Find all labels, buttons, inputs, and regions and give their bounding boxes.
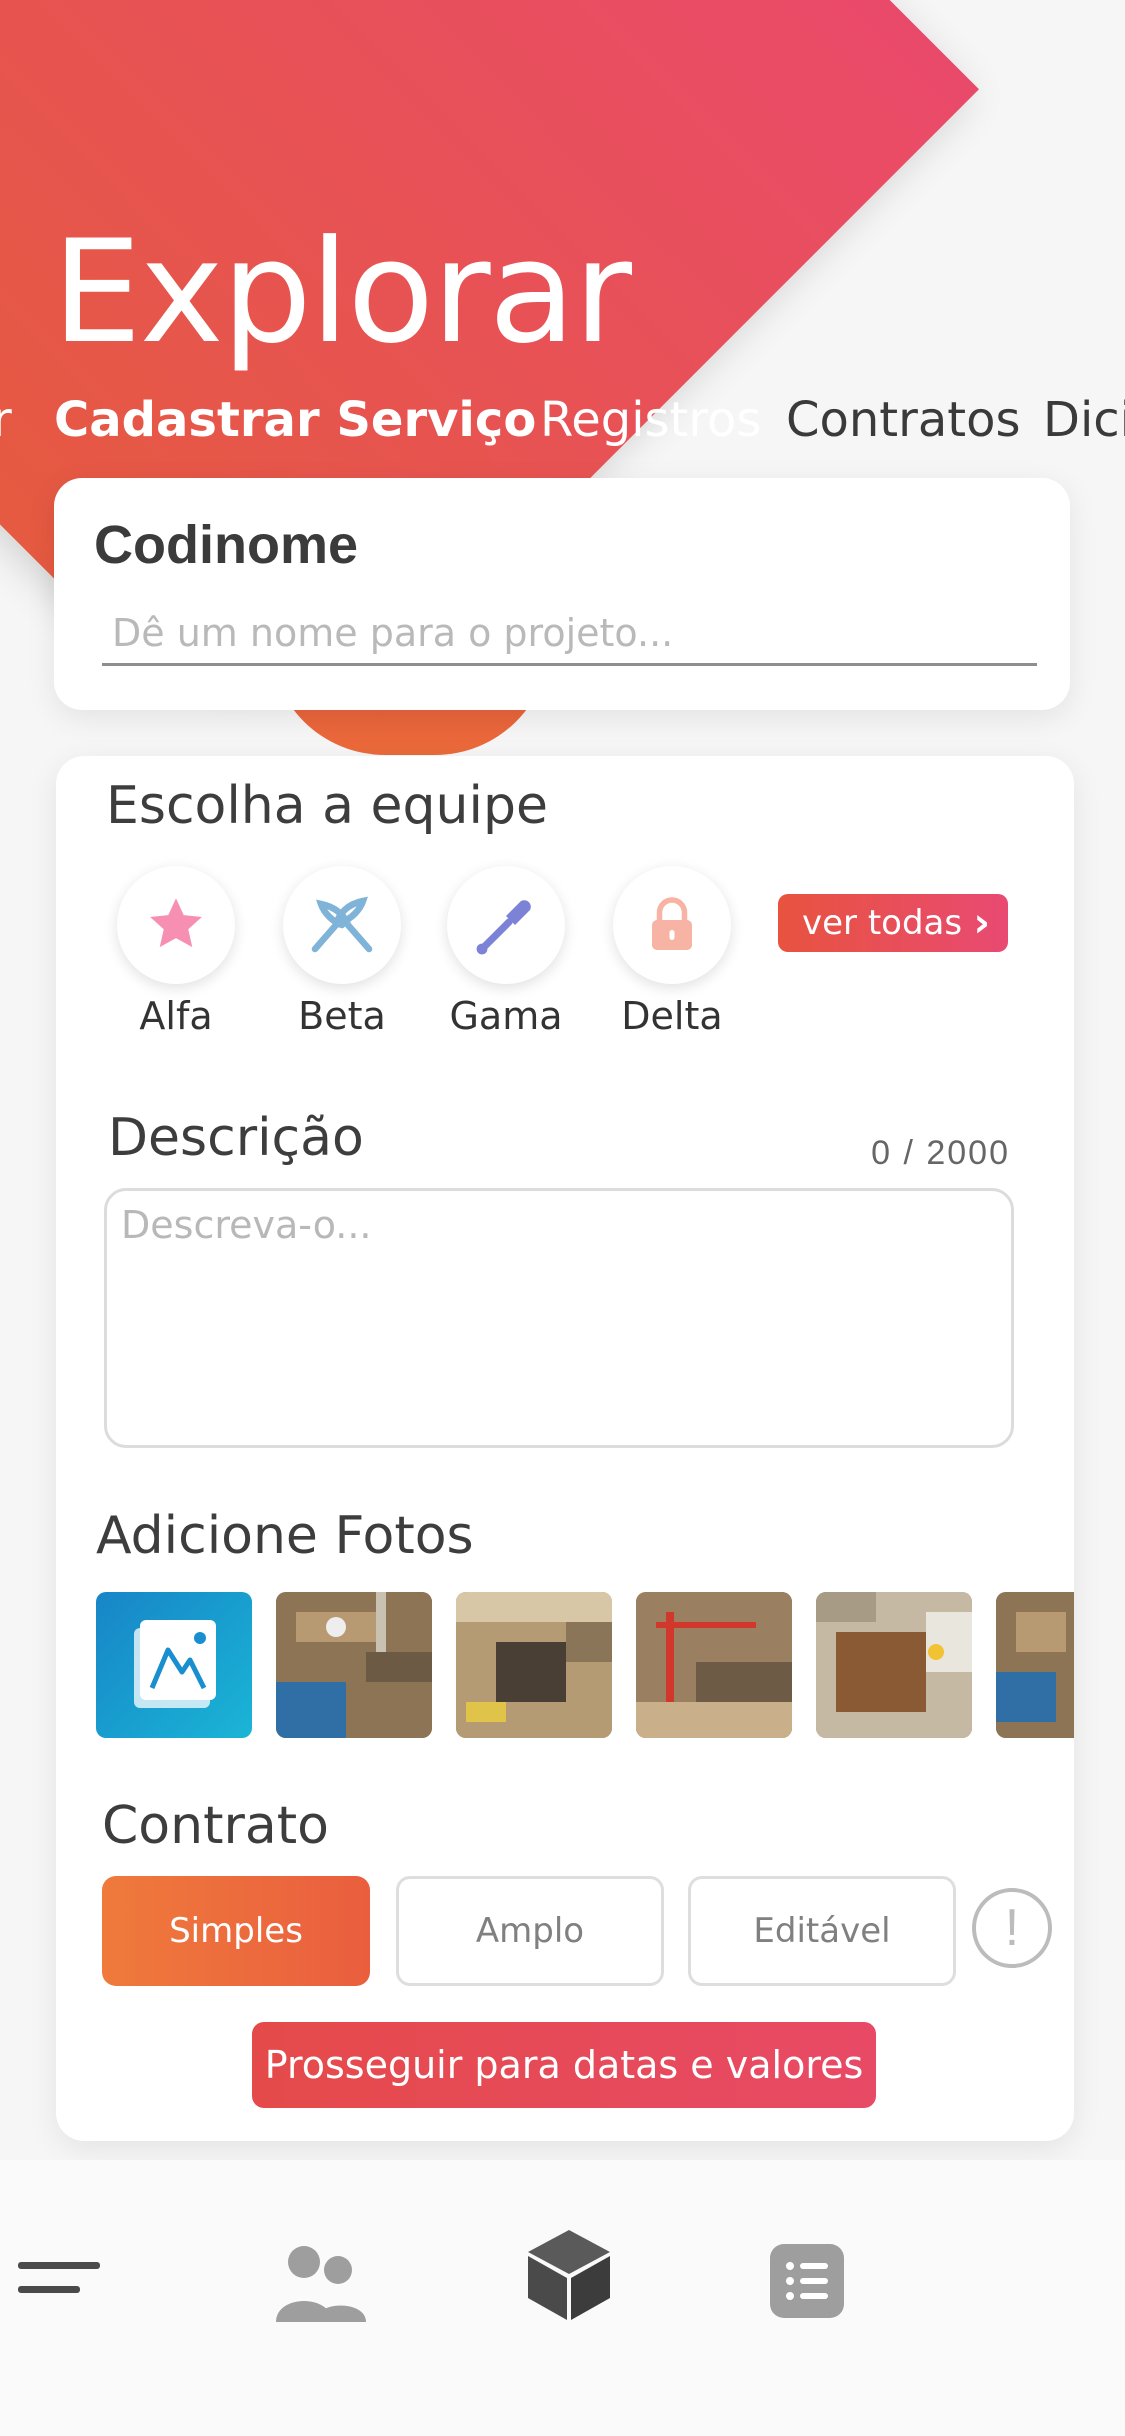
description-input[interactable] xyxy=(104,1188,1014,1448)
photo-thumbnail xyxy=(276,1592,432,1738)
project-name-label: Codinome xyxy=(94,515,358,575)
list-glyph xyxy=(770,2244,844,2318)
team-name: Gama xyxy=(449,994,563,1038)
add-photo-button[interactable] xyxy=(96,1592,252,1738)
photo-thumbnail xyxy=(456,1592,612,1738)
contract-option-simples[interactable]: Simples xyxy=(102,1876,370,1986)
team-option-delta[interactable]: Delta xyxy=(602,866,742,1038)
team-name: Delta xyxy=(621,994,723,1038)
team-gama-circle xyxy=(447,866,565,984)
menu-icon[interactable] xyxy=(18,2258,102,2307)
chevron-right-icon: › xyxy=(973,900,990,946)
see-all-label: ver todas xyxy=(802,903,963,943)
see-all-teams-button[interactable]: ver todas › xyxy=(778,894,1008,952)
shovel-icon xyxy=(476,900,531,955)
project-name-input[interactable] xyxy=(102,603,1037,666)
construction-photo-2[interactable] xyxy=(456,1592,612,1738)
menu-glyph xyxy=(18,2262,100,2293)
description-counter: 0 / 2000 xyxy=(871,1134,1010,1172)
photo-thumbnail xyxy=(636,1592,792,1738)
contract-label: Contrato xyxy=(102,1796,329,1856)
photo-thumbnail xyxy=(816,1592,972,1738)
info-icon[interactable]: ! xyxy=(972,1888,1052,1968)
service-form-card: Escolha a equipe Alfa Beta Gama Delta ve… xyxy=(56,756,1074,2141)
pliers-icon xyxy=(311,896,373,953)
team-name: Beta xyxy=(298,994,386,1038)
list-icon[interactable] xyxy=(770,2244,844,2323)
people-glyph xyxy=(276,2246,366,2322)
construction-photo-3[interactable] xyxy=(636,1592,792,1738)
team-name: Alfa xyxy=(139,994,213,1038)
star-icon xyxy=(150,898,202,948)
team-alfa-circle xyxy=(117,866,235,984)
team-option-beta[interactable]: Beta xyxy=(272,866,412,1038)
team-delta-circle xyxy=(613,866,731,984)
construction-photo-1[interactable] xyxy=(276,1592,432,1738)
team-option-alfa[interactable]: Alfa xyxy=(106,866,246,1038)
tab-bar: r Cadastrar Serviço Registros Contratos … xyxy=(0,392,1125,462)
team-beta-circle xyxy=(283,866,401,984)
photo-thumbnail xyxy=(996,1592,1074,1738)
tab-contratos[interactable]: Contratos xyxy=(786,392,1020,448)
tab-cadastrar-servico[interactable]: Cadastrar Serviço xyxy=(54,392,536,448)
construction-photo-5[interactable] xyxy=(996,1592,1074,1738)
cube-glyph xyxy=(528,2230,610,2320)
description-label: Descrição xyxy=(108,1108,364,1168)
lock-icon xyxy=(652,897,692,950)
people-icon[interactable] xyxy=(274,2244,368,2329)
contract-option-editavel[interactable]: Editável xyxy=(688,1876,956,1986)
add-photo-icon xyxy=(134,1620,216,1708)
cube-icon[interactable] xyxy=(526,2228,612,2327)
team-label: Escolha a equipe xyxy=(106,776,548,836)
page-title: Explorar xyxy=(52,210,632,375)
photos-label: Adicione Fotos xyxy=(96,1506,474,1566)
team-option-gama[interactable]: Gama xyxy=(436,866,576,1038)
photo-strip[interactable] xyxy=(96,1592,1074,1740)
proceed-button[interactable]: Prosseguir para datas e valores xyxy=(252,2022,876,2108)
contract-option-amplo[interactable]: Amplo xyxy=(396,1876,664,1986)
construction-photo-4[interactable] xyxy=(816,1592,972,1738)
tab-registros[interactable]: Registros xyxy=(540,392,761,448)
bottom-navigation xyxy=(0,2160,1125,2436)
tab-previous[interactable]: r xyxy=(0,392,12,448)
tab-dici[interactable]: Dici xyxy=(1043,392,1125,448)
project-name-card: Codinome xyxy=(54,478,1070,710)
